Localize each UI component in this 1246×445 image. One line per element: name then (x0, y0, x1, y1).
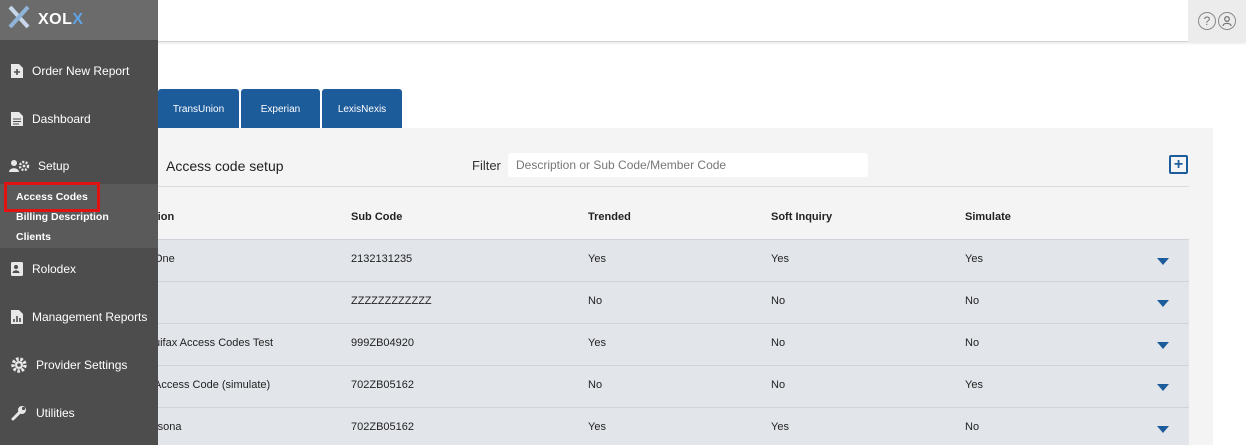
sidebar: XOLX Order New Report Dashboard Setup Ac… (0, 0, 158, 445)
table-row[interactable]: uifax Access Codes Test 999ZB04920 Yes N… (154, 323, 1189, 365)
filter-input[interactable] (508, 153, 868, 177)
sidebar-item-order-new-report[interactable]: Order New Report (0, 47, 158, 95)
cell-sub-code: 702ZB05162 (351, 421, 414, 433)
header-actions: ? (1188, 0, 1246, 42)
sidebar-item-provider-settings[interactable]: Provider Settings (0, 341, 158, 389)
expand-row-icon[interactable] (1157, 426, 1169, 433)
cell-description: uifax Access Codes Test (154, 337, 274, 349)
cell-description: Access Code (simulate) (154, 379, 271, 391)
sidebar-item-utilities[interactable]: Utilities (0, 389, 158, 437)
cell-trended: No (588, 295, 603, 307)
sidebar-item-dashboard[interactable]: Dashboard (0, 95, 158, 143)
user-icon[interactable] (1218, 12, 1236, 30)
top-header-bar: ? (0, 0, 1246, 42)
cell-sub-code: 702ZB05162 (351, 379, 414, 391)
filter-label: Filter (472, 158, 501, 173)
column-header-sub-code[interactable]: Sub Code (351, 211, 402, 223)
table-row[interactable]: rsona 702ZB05162 Yes Yes No (154, 407, 1189, 445)
cell-soft-inquiry: Yes (771, 253, 789, 265)
sidebar-item-label: Dashboard (32, 112, 91, 126)
report-chart-icon (9, 309, 25, 325)
sidebar-item-label: Order New Report (32, 64, 130, 78)
expand-row-icon[interactable] (1157, 342, 1169, 349)
sidebar-item-management-reports[interactable]: Management Reports (0, 293, 158, 341)
panel-title: Access code setup (166, 158, 284, 174)
cell-simulate: No (965, 337, 980, 349)
sidebar-item-label: Management Reports (32, 310, 148, 324)
wrench-icon (9, 405, 29, 421)
column-header-simulate[interactable]: Simulate (965, 211, 1011, 223)
expand-row-icon[interactable] (1157, 300, 1169, 307)
sidebar-item-label: Utilities (36, 406, 75, 420)
document-icon (9, 111, 25, 127)
gear-icon (9, 357, 29, 373)
cell-simulate: No (965, 295, 980, 307)
add-document-icon (9, 63, 25, 79)
tab-experian[interactable]: Experian (241, 89, 320, 129)
cell-trended: No (588, 379, 603, 391)
tab-transunion[interactable]: TransUnion (158, 89, 239, 129)
access-code-panel: Access code setup Filter + tion Sub Code… (154, 128, 1213, 445)
expand-row-icon[interactable] (1157, 384, 1169, 391)
help-icon[interactable]: ? (1198, 12, 1216, 30)
sidebar-item-label: Rolodex (32, 262, 77, 276)
cell-trended: Yes (588, 421, 606, 433)
cell-soft-inquiry: No (771, 379, 786, 391)
column-header-trended[interactable]: Trended (588, 211, 631, 223)
access-codes-table: tion Sub Code Trended Soft Inquiry Simul… (154, 186, 1189, 445)
cell-soft-inquiry: No (771, 295, 786, 307)
tab-lexisnexis[interactable]: LexisNexis (322, 89, 402, 129)
cell-sub-code: ZZZZZZZZZZZZ (351, 295, 432, 307)
logo-text-main: XOL (38, 11, 73, 28)
cell-simulate: No (965, 421, 980, 433)
cell-trended: Yes (588, 253, 606, 265)
app-logo[interactable]: XOLX (0, 0, 158, 40)
cell-trended: Yes (588, 337, 606, 349)
sidebar-item-label: Setup (38, 159, 70, 173)
logo-text: XOLX (38, 11, 84, 29)
logo-text-accent: X (72, 11, 84, 28)
sidebar-item-label: Provider Settings (36, 358, 128, 372)
cell-soft-inquiry: Yes (771, 421, 789, 433)
contact-card-icon (9, 261, 25, 277)
submenu-item-billing-description[interactable]: Billing Description (16, 211, 109, 223)
table-row[interactable]: Access Code (simulate) 702ZB05162 No No … (154, 365, 1189, 407)
users-gear-icon (9, 158, 31, 174)
cell-sub-code: 2132131235 (351, 253, 413, 265)
cell-simulate: Yes (965, 379, 983, 391)
expand-row-icon[interactable] (1157, 258, 1169, 265)
column-header-soft-inquiry[interactable]: Soft Inquiry (771, 211, 832, 223)
submenu-item-clients[interactable]: Clients (16, 231, 51, 243)
table-header: tion Sub Code Trended Soft Inquiry Simul… (154, 186, 1189, 239)
cell-soft-inquiry: No (771, 337, 786, 349)
table-row[interactable]: One 2132131235 Yes Yes Yes (154, 239, 1189, 281)
add-access-code-button[interactable]: + (1169, 155, 1188, 174)
cell-description: rsona (154, 421, 182, 433)
table-row[interactable]: ZZZZZZZZZZZZ No No No (158, 281, 1189, 323)
sidebar-item-rolodex[interactable]: Rolodex (0, 245, 158, 293)
cell-simulate: Yes (965, 253, 983, 265)
selection-highlight-box (4, 182, 100, 212)
cell-sub-code: 999ZB04920 (351, 337, 414, 349)
logo-x-icon (8, 5, 30, 35)
